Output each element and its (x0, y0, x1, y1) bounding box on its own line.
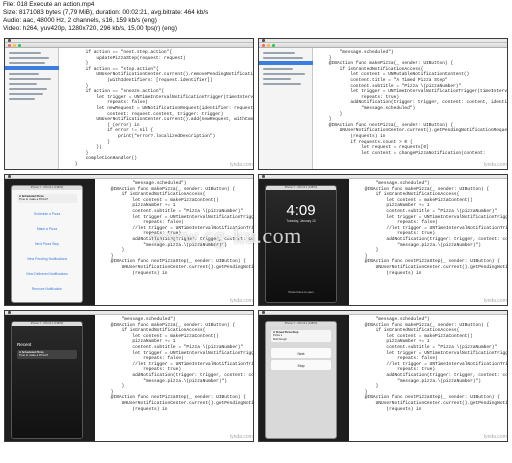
code-line: content.subtitle = "Pizza \(pizzaNumber)… (354, 344, 498, 350)
thumbnail-5[interactable]: "message.scheduled") @IBAction func make… (4, 310, 254, 442)
code-line: UNUserNotificationCenter.current().getPe… (375, 400, 507, 406)
notification-card[interactable]: A Scheduled Pizza Time to make a Pizza!!… (17, 350, 77, 359)
file-name-text: File: 018 Execute an action.mp4 (3, 1, 95, 8)
code-text: "message.scheduled") @IBAction func make… (100, 317, 253, 412)
apple-icon (8, 175, 11, 178)
brand-mark: lynda.com (230, 298, 253, 304)
simulator-title: iPhone 7 - iOS 10.1 (14B72) (12, 322, 82, 326)
thumbnail-1[interactable]: if action == "next.step.action"{ updateP… (4, 38, 254, 170)
notification-body: Time to make a Pizza!!! (19, 353, 49, 358)
code-line: (requests) in (100, 406, 168, 412)
code-line: content.subtitle = "Pizza \(pizzaNumber)… (100, 344, 244, 350)
simulator-title: iPhone 7 - iOS 10.1 (14B72) (266, 186, 336, 190)
code-line: (requests) in (100, 270, 168, 276)
video-info-text: Video: h264, yuv420p, 1280x720, 296 kb/s… (3, 25, 177, 32)
thumbnail-6[interactable]: "message.scheduled") @IBAction func make… (258, 310, 508, 442)
next-action-button[interactable]: Next (271, 348, 331, 358)
file-size-text: Size: 8171083 bytes (7,79 MiB), duration… (3, 9, 209, 16)
watermark-text: www.cg-ku.com (150, 223, 302, 248)
code-editor[interactable]: "message.scheduled") @IBAction func make… (349, 315, 507, 441)
zoom-icon[interactable] (272, 44, 275, 47)
apple-icon (8, 39, 11, 42)
selected-file-row[interactable] (259, 61, 313, 65)
code-line: (requests) in (354, 406, 422, 412)
project-navigator (259, 48, 313, 169)
thumbnail-2[interactable]: "message.scheduled") } @IBAction func ma… (258, 38, 508, 170)
code-line: let content = changePizzaNotification(co… (318, 150, 486, 156)
simulator-title: iPhone 7 - iOS 10.1 (14B72) (266, 322, 336, 326)
page: File: 018 Execute an action.mp4 Size: 81… (0, 0, 512, 463)
audio-info-text: Audio: aac, 48000 Hz, 2 channels, s16, 1… (3, 17, 157, 24)
lock-screen-time: 4:09 (286, 202, 316, 219)
close-icon[interactable] (8, 44, 11, 47)
brand-mark: lynda.com (230, 434, 253, 440)
code-line: UNUserNotificationCenter.current().getPe… (375, 264, 507, 270)
code-line: } (64, 161, 78, 167)
stop-action-button[interactable]: Stop (271, 360, 331, 370)
iphone-simulator[interactable]: iPhone 7 - iOS 10.1 (14B72) A Scheduled … (11, 185, 83, 303)
remove-notification-button[interactable]: Remove Notification (12, 287, 82, 291)
code-line: UNUserNotificationCenter.current().getPe… (121, 264, 253, 270)
zoom-icon[interactable] (18, 44, 21, 47)
view-delivered-button[interactable]: View Delivered Notifications (12, 272, 82, 276)
brand-mark: lynda.com (230, 162, 253, 168)
brand-mark: lynda.com (484, 298, 507, 304)
code-line: (requests) in (354, 270, 422, 276)
project-navigator (5, 48, 59, 169)
code-editor[interactable]: "message.scheduled") @IBAction func make… (349, 179, 507, 305)
code-editor[interactable]: "message.scheduled") } @IBAction func ma… (313, 48, 507, 169)
schedule-pizza-button[interactable]: Schedule a Pizza (12, 212, 82, 216)
simulator-title: iPhone 7 - iOS 10.1 (14B72) (12, 186, 82, 190)
code-line: addNotification(trigger: trigger, conten… (386, 372, 507, 378)
selected-file-row[interactable] (5, 66, 59, 70)
code-line: let newRequest = UNNotificationRequest(i… (96, 105, 253, 111)
brand-mark: lynda.com (484, 434, 507, 440)
code-line: addNotification(trigger: trigger, conten… (132, 372, 253, 378)
expanded-notification[interactable]: A Timed Pizza Step Pizza 1 Roll Dough (271, 330, 331, 343)
code-line: UNUserNotificationCenter.current().getPe… (121, 400, 253, 406)
apple-icon (262, 175, 265, 178)
code-editor[interactable]: "message.scheduled") @IBAction func make… (95, 315, 253, 441)
view-pending-button[interactable]: View Pending Notifications (12, 257, 82, 261)
press-home-hint: Press home to open (288, 290, 314, 294)
code-line: let trigger = UNTimeIntervalNotification… (350, 89, 507, 95)
notification-body: Roll Dough (273, 336, 287, 341)
iphone-simulator[interactable]: iPhone 7 - iOS 10.1 (14B72) Recent A Sch… (11, 321, 83, 439)
code-line: addNotification(trigger: trigger, conten… (386, 236, 507, 242)
code-text: "message.scheduled") } @IBAction func ma… (318, 50, 507, 156)
notification-center-background (12, 322, 82, 438)
apple-icon (262, 39, 265, 42)
code-text: if action == "next.step.action"{ updateP… (64, 50, 253, 167)
close-icon[interactable] (262, 44, 265, 47)
make-pizza-button[interactable]: Make a Pizza (12, 227, 82, 231)
recent-heading: Recent (17, 342, 32, 347)
minimize-icon[interactable] (267, 44, 270, 47)
code-line: UNUserNotificationCenter.current().add(n… (96, 117, 253, 123)
notification-banner[interactable]: A Scheduled Pizza Time to make a Pizza!!… (17, 194, 77, 203)
code-editor[interactable]: if action == "next.step.action"{ updateP… (59, 48, 253, 169)
apple-icon (8, 311, 11, 314)
notification-body: Time to make a Pizza!!! (19, 197, 49, 202)
brand-mark: lynda.com (484, 162, 507, 168)
apple-icon (262, 311, 265, 314)
code-line: content.subtitle = "Pizza \(pizzaNumber)… (100, 208, 244, 214)
next-pizza-step-button[interactable]: Next Pizza Step (12, 242, 82, 246)
iphone-simulator[interactable]: iPhone 7 - iOS 10.1 (14B72) A Timed Pizz… (265, 321, 337, 439)
code-text: "message.scheduled") @IBAction func make… (354, 317, 507, 412)
minimize-icon[interactable] (13, 44, 16, 47)
code-text: "message.scheduled") @IBAction func make… (354, 181, 507, 276)
code-line: content.subtitle = "Pizza \(pizzaNumber)… (354, 208, 498, 214)
